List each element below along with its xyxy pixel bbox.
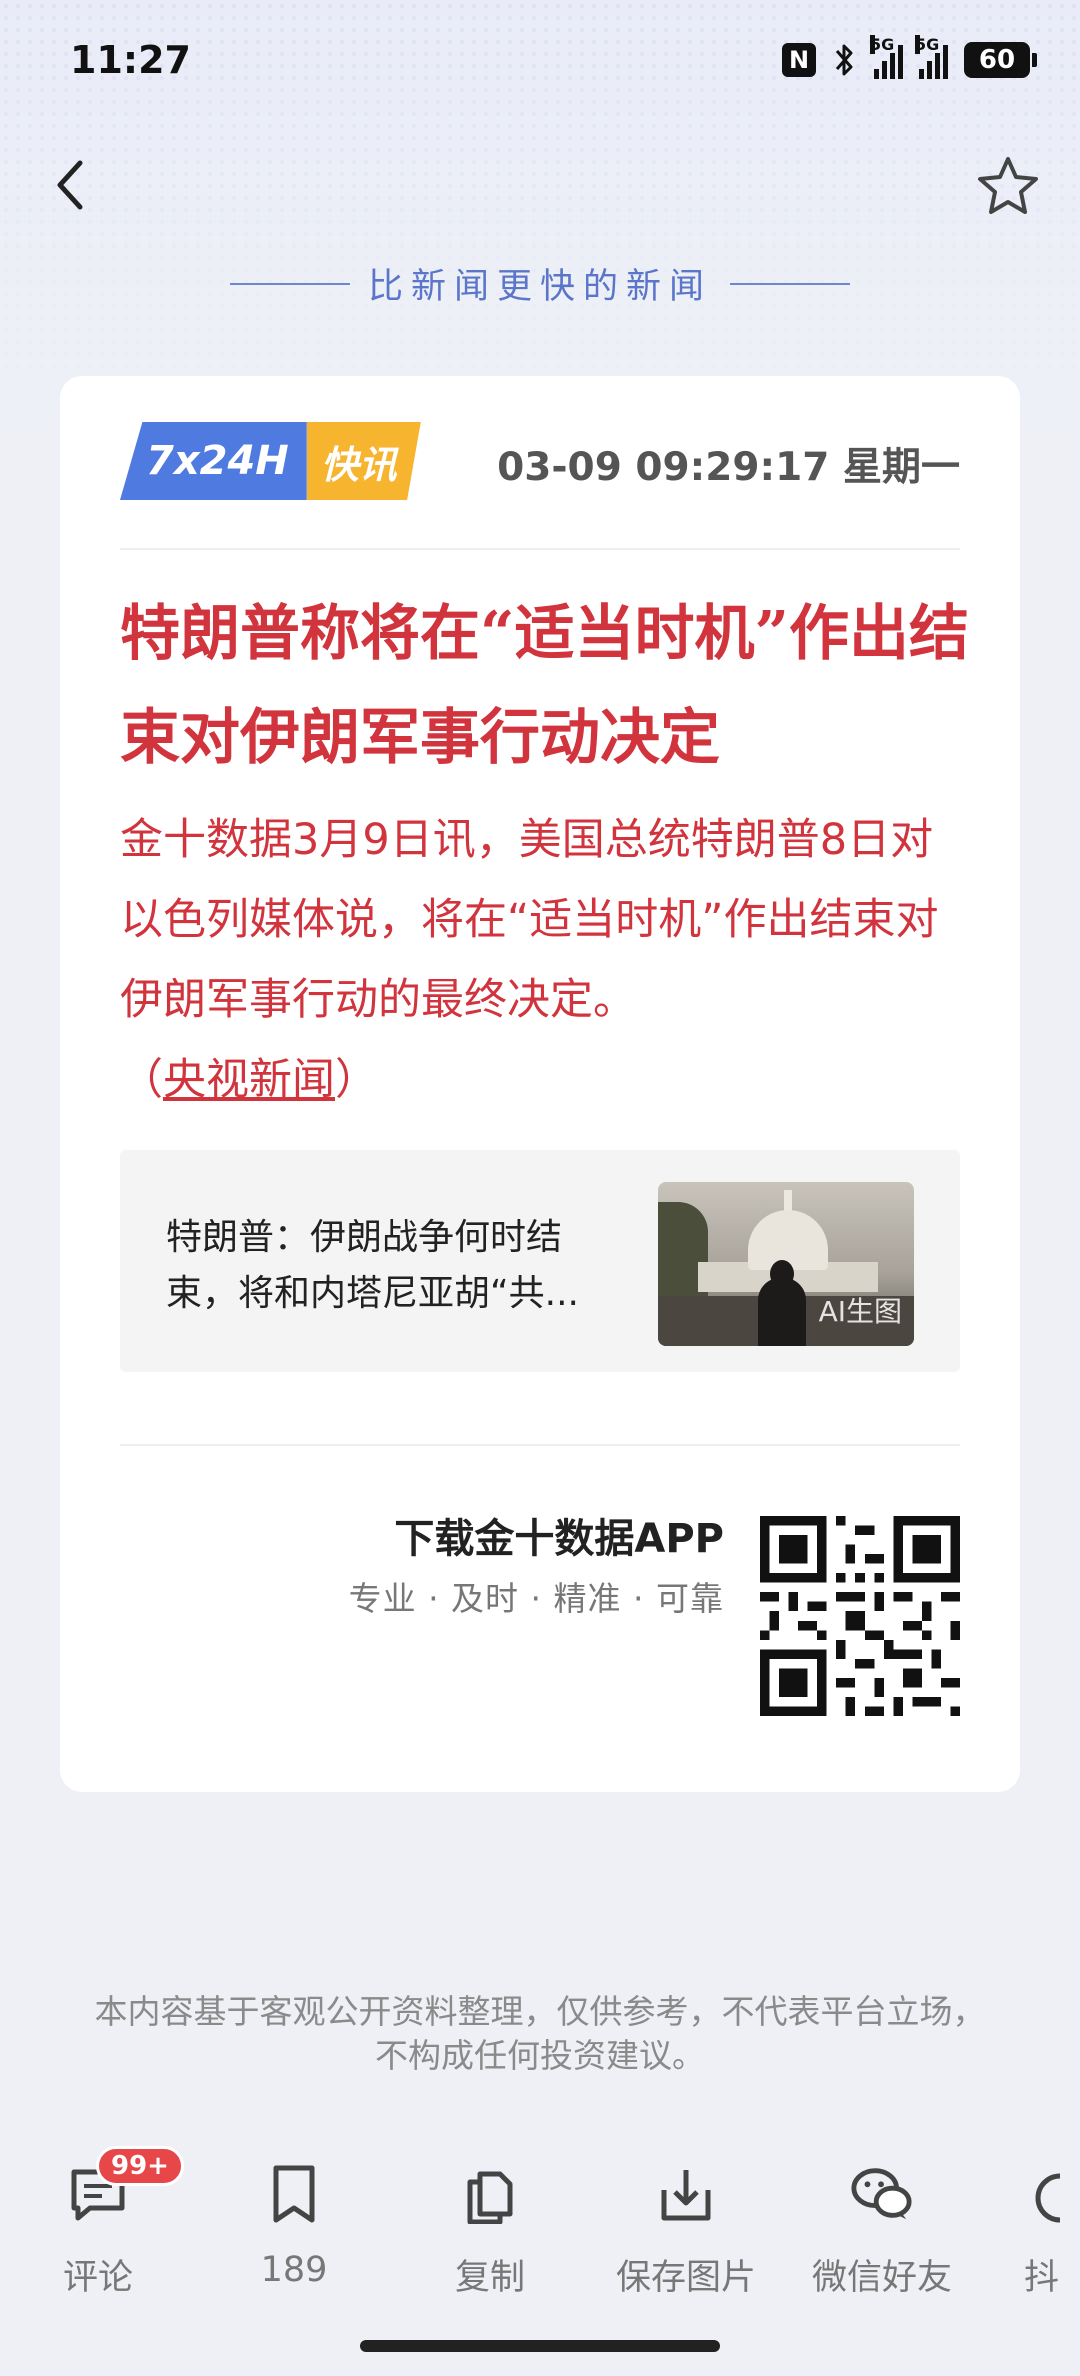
bookmark-icon	[262, 2162, 326, 2226]
save-image-button[interactable]: 保存图片	[588, 2140, 784, 2300]
news-body-text: 金十数据3月9日讯，美国总统特朗普8日对以色列媒体说，将在“适当时机”作出结束对…	[120, 815, 939, 1025]
qr-code	[760, 1516, 960, 1716]
source-open: （	[120, 1055, 163, 1105]
related-article-title: 特朗普：伊朗战争何时结束，将和内塔尼亚胡“共...	[166, 1217, 579, 1314]
save-image-label: 保存图片	[615, 2258, 756, 2298]
back-button[interactable]	[40, 150, 100, 220]
flash-badge: 7x24H 快讯	[120, 422, 421, 500]
tagline-line-right	[730, 282, 850, 285]
copy-button[interactable]: 复制	[392, 2140, 588, 2300]
comment-button[interactable]: 99+ 评论	[0, 2140, 196, 2300]
news-body: 金十数据3月9日讯，美国总统特朗普8日对以色列媒体说，将在“适当时机”作出结束对…	[120, 800, 970, 1120]
ai-generated-label: AI生图	[818, 1295, 902, 1328]
status-icons: N 5G 5G 60	[782, 35, 1037, 80]
copy-icon	[458, 2162, 522, 2225]
douyin-icon	[1030, 2162, 1060, 2225]
news-headline: 特朗普称将在“适当时机”作出结束对伊朗军事行动决定	[120, 599, 970, 773]
download-icon	[654, 2162, 718, 2225]
status-bar: 11:27 N 5G 5G 60	[0, 0, 1080, 120]
source-link[interactable]: 央视新闻	[163, 1055, 335, 1105]
wechat-label: 微信好友	[811, 2258, 952, 2298]
badge-flash: 快讯	[306, 422, 421, 500]
copy-label: 复制	[454, 2258, 525, 2298]
bluetooth-icon	[835, 44, 853, 76]
news-card: 7x24H 快讯 03-09 09:29:17 星期一 特朗普称将在“适当时机”…	[60, 376, 1020, 1792]
bookmark-button[interactable]: 189	[196, 2140, 392, 2300]
comment-label: 评论	[62, 2258, 133, 2298]
tagline-line-left	[229, 282, 350, 285]
signal-icon-1: 5G	[870, 35, 903, 79]
source-close: ）	[335, 1055, 378, 1105]
home-indicator[interactable]	[360, 2340, 720, 2352]
download-app-subtitle: 专业 · 及时 · 精准 · 可靠	[348, 1579, 724, 1618]
wechat-icon	[850, 2162, 914, 2225]
douyin-label: 抖	[1024, 2258, 1060, 2298]
download-app-title: 下载金十数据APP	[394, 1516, 724, 1562]
divider	[120, 548, 960, 550]
signal-icon-2: 5G	[915, 35, 948, 79]
tagline: 比新闻更快的新闻	[0, 258, 1080, 309]
chevron-left-icon	[57, 160, 83, 210]
badge-7x24h: 7x24H	[120, 422, 307, 500]
favorite-button[interactable]	[970, 148, 1046, 224]
related-article-thumbnail: AI生图	[658, 1182, 914, 1346]
bottom-toolbar: 99+ 评论 189 复制 保存图片 微信好友 抖	[0, 2140, 1080, 2300]
news-datetime: 03-09 09:29:17 星期一	[497, 445, 960, 490]
status-time: 11:27	[70, 38, 191, 82]
tagline-text: 比新闻更快的新闻	[367, 267, 712, 307]
disclaimer: 本内容基于客观公开资料整理，仅供参考，不代表平台立场，不构成任何投资建议。	[94, 1992, 986, 2075]
divider	[120, 1444, 960, 1446]
comment-count-badge: 99+	[96, 2146, 184, 2186]
douyin-share-button[interactable]: 抖	[980, 2140, 1080, 2300]
related-article[interactable]: 特朗普：伊朗战争何时结束，将和内塔尼亚胡“共... AI生图	[120, 1150, 960, 1372]
star-icon	[978, 157, 1038, 214]
nfc-icon: N	[782, 43, 816, 77]
bookmark-count: 189	[260, 2250, 328, 2290]
battery-icon: 60	[964, 42, 1037, 78]
wechat-share-button[interactable]: 微信好友	[784, 2140, 980, 2300]
